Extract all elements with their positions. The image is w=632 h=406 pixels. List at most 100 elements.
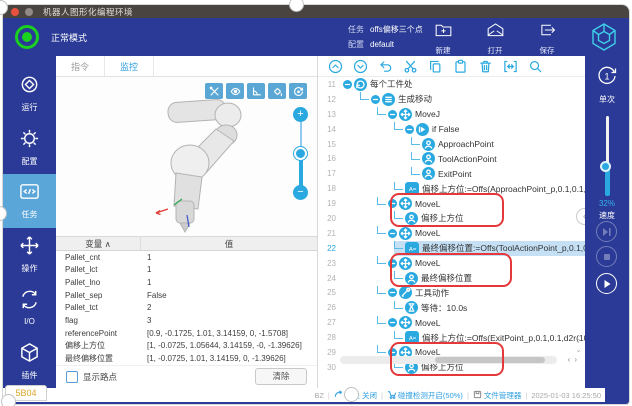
collapse-toggle-icon[interactable] xyxy=(388,288,397,297)
new-button[interactable]: 新建 xyxy=(428,21,458,56)
tree-row[interactable]: 13MoveJ xyxy=(318,107,585,122)
file-manager-link[interactable]: 文件管理器 xyxy=(473,390,522,401)
table-row[interactable]: Pallet_lno1 xyxy=(56,276,317,289)
delete-icon[interactable] xyxy=(477,58,493,74)
tree-row[interactable]: 20偏移上方位 xyxy=(318,211,585,226)
tree-row[interactable]: 22A=最终偏移位置:=Offs(ToolActionPoint_p,0.1,0… xyxy=(318,241,585,256)
tree-row[interactable]: 24最终偏移位置 xyxy=(318,271,585,286)
tab-monitor[interactable]: 监控 xyxy=(105,56,154,76)
new-button-label: 新建 xyxy=(436,45,451,56)
tree-row[interactable]: 25工具动作 xyxy=(318,285,585,300)
collapse-toggle-icon[interactable] xyxy=(388,199,397,208)
collapse-toggle-icon[interactable] xyxy=(388,259,397,268)
save-button[interactable]: 保存 xyxy=(532,21,562,56)
search-icon[interactable] xyxy=(527,58,543,74)
tree-row[interactable]: 16ToolActionPoint xyxy=(318,151,585,166)
sidebar-item-io[interactable]: I/O xyxy=(3,281,56,335)
tree-row[interactable]: 27MoveL xyxy=(318,315,585,330)
collision-detection-status[interactable]: 碰撞检测开启(50%) xyxy=(387,390,463,401)
screen: 机器人图形化编程环境 正常模式 任务offs偏移三个点 配置default 新建… xyxy=(0,0,632,406)
tree-vertical-scroll-arrows[interactable]: ⌃⌄ xyxy=(574,339,583,355)
column-variable[interactable]: 变量 ∧ xyxy=(56,237,141,250)
zoom-slider-handle[interactable] xyxy=(294,147,307,160)
minimize-window-button[interactable] xyxy=(25,8,33,16)
collapse-toggle-icon[interactable] xyxy=(405,125,414,134)
table-row[interactable]: Pallet_sepFalse xyxy=(56,289,317,302)
cut-icon[interactable] xyxy=(402,58,418,74)
zoom-in-button[interactable]: + xyxy=(293,107,308,122)
zoom-out-button[interactable]: − xyxy=(293,185,308,200)
tree-row[interactable]: 15ApproachPoint xyxy=(318,137,585,152)
step-button[interactable] xyxy=(596,221,617,242)
robot-3d-viewport[interactable]: + − xyxy=(56,77,317,236)
eye-icon[interactable] xyxy=(226,83,244,99)
tree-row[interactable]: 12生成移动 xyxy=(318,92,585,107)
stop-button[interactable] xyxy=(596,246,617,267)
table-row[interactable]: Pallet_lct1 xyxy=(56,264,317,277)
replace-icon[interactable] xyxy=(502,58,518,74)
paint-icon[interactable] xyxy=(268,83,286,99)
move-up-icon[interactable] xyxy=(327,58,343,74)
tree-row[interactable]: 23MoveL xyxy=(318,256,585,271)
single-run-button[interactable]: 1 单次 xyxy=(585,65,629,105)
collision-icon xyxy=(387,390,398,401)
measure-icon[interactable] xyxy=(247,83,265,99)
tools-icon[interactable] xyxy=(205,83,223,99)
sidebar-item-run[interactable]: 运行 xyxy=(3,67,56,121)
node-label: 生成移动 xyxy=(398,93,432,105)
sidebar-item-task[interactable]: 任务 xyxy=(3,174,56,228)
program-tree: 11每个工件处12生成移动13MoveJ14if False15Approach… xyxy=(318,77,585,375)
show-waypoints-checkbox[interactable] xyxy=(66,371,78,383)
collapse-toggle-icon[interactable] xyxy=(371,95,380,104)
variable-value: 2 xyxy=(141,303,317,312)
tool-icon xyxy=(399,286,412,299)
clear-button[interactable]: 清除 xyxy=(255,368,307,385)
play-button[interactable] xyxy=(596,273,617,294)
viewport-controls: 显示路点 清除 xyxy=(56,365,317,388)
table-row[interactable]: Pallet_cnt1 xyxy=(56,251,317,264)
copy-icon[interactable] xyxy=(427,58,443,74)
variable-value: 3 xyxy=(141,316,317,325)
close-window-button[interactable] xyxy=(11,8,19,16)
tree-row[interactable]: 14if False xyxy=(318,122,585,137)
table-row[interactable]: Pallet_tct2 xyxy=(56,302,317,315)
collapse-toggle-icon[interactable] xyxy=(343,80,352,89)
collapse-toggle-icon[interactable] xyxy=(388,318,397,327)
line-number: 16 xyxy=(318,154,340,163)
sidebar-item-label: 插件 xyxy=(22,370,38,381)
paste-icon[interactable] xyxy=(452,58,468,74)
table-row[interactable]: 最终偏移位置[1, -0.0725, 1.01, 3.14159, 0, -1.… xyxy=(56,352,317,365)
tree-horizontal-scroll-arrows[interactable]: ‹› xyxy=(568,355,581,364)
open-button[interactable]: 打开 xyxy=(480,21,510,56)
speed-slider-handle[interactable] xyxy=(600,161,611,172)
line-number: 18 xyxy=(318,184,340,193)
tree-row[interactable]: 28A=偏移上方位:=Offs(ExitPoint_p,0.1,0.1,d2r(… xyxy=(318,330,585,345)
tree-row[interactable]: 21MoveL xyxy=(318,226,585,241)
tab-instructions[interactable]: 指令 xyxy=(56,56,105,76)
tree-row[interactable]: 19MoveL xyxy=(318,196,585,211)
tree-row[interactable]: 18A=偏移上方位:=Offs(ApproachPoint_p,0.1,0.1,… xyxy=(318,181,585,196)
reset-view-icon[interactable] xyxy=(289,83,307,99)
node-label: 偏移上方位:=Offs(ApproachPoint_p,0.1,0.1,d xyxy=(422,183,585,195)
tree-row[interactable]: 11每个工件处 xyxy=(318,77,585,92)
move-down-icon[interactable] xyxy=(352,58,368,74)
column-value[interactable]: 值 xyxy=(141,237,317,250)
table-row[interactable]: referencePoint[0.9, -0.1725, 1.01, 3.141… xyxy=(56,327,317,340)
undo-icon[interactable] xyxy=(377,58,393,74)
window-title: 机器人图形化编程环境 xyxy=(43,6,133,18)
sidebar-item-plugin[interactable]: 插件 xyxy=(3,335,56,389)
sidebar-item-config[interactable]: 配置 xyxy=(3,121,56,175)
tree-row[interactable]: 17ExitPoint xyxy=(318,166,585,181)
tree-row[interactable]: 26等待：10.0s xyxy=(318,300,585,315)
table-row[interactable]: flag3 xyxy=(56,314,317,327)
sidebar-item-label: 任务 xyxy=(22,209,38,220)
file-manager-icon xyxy=(473,390,484,401)
sidebar-item-operate[interactable]: 操作 xyxy=(3,228,56,282)
sidebar: 运行 配置 任务 操作 I/O xyxy=(3,56,56,388)
collapse-toggle-icon[interactable] xyxy=(388,110,397,119)
tree-horizontal-scrollbar[interactable] xyxy=(340,356,557,364)
table-row[interactable]: 偏移上方位[1, -0.0725, 1.05644, 3.14159, -0, … xyxy=(56,339,317,352)
scrollbar-thumb[interactable] xyxy=(435,357,545,363)
line-number: 17 xyxy=(318,169,340,178)
collapse-toggle-icon[interactable] xyxy=(388,229,397,238)
